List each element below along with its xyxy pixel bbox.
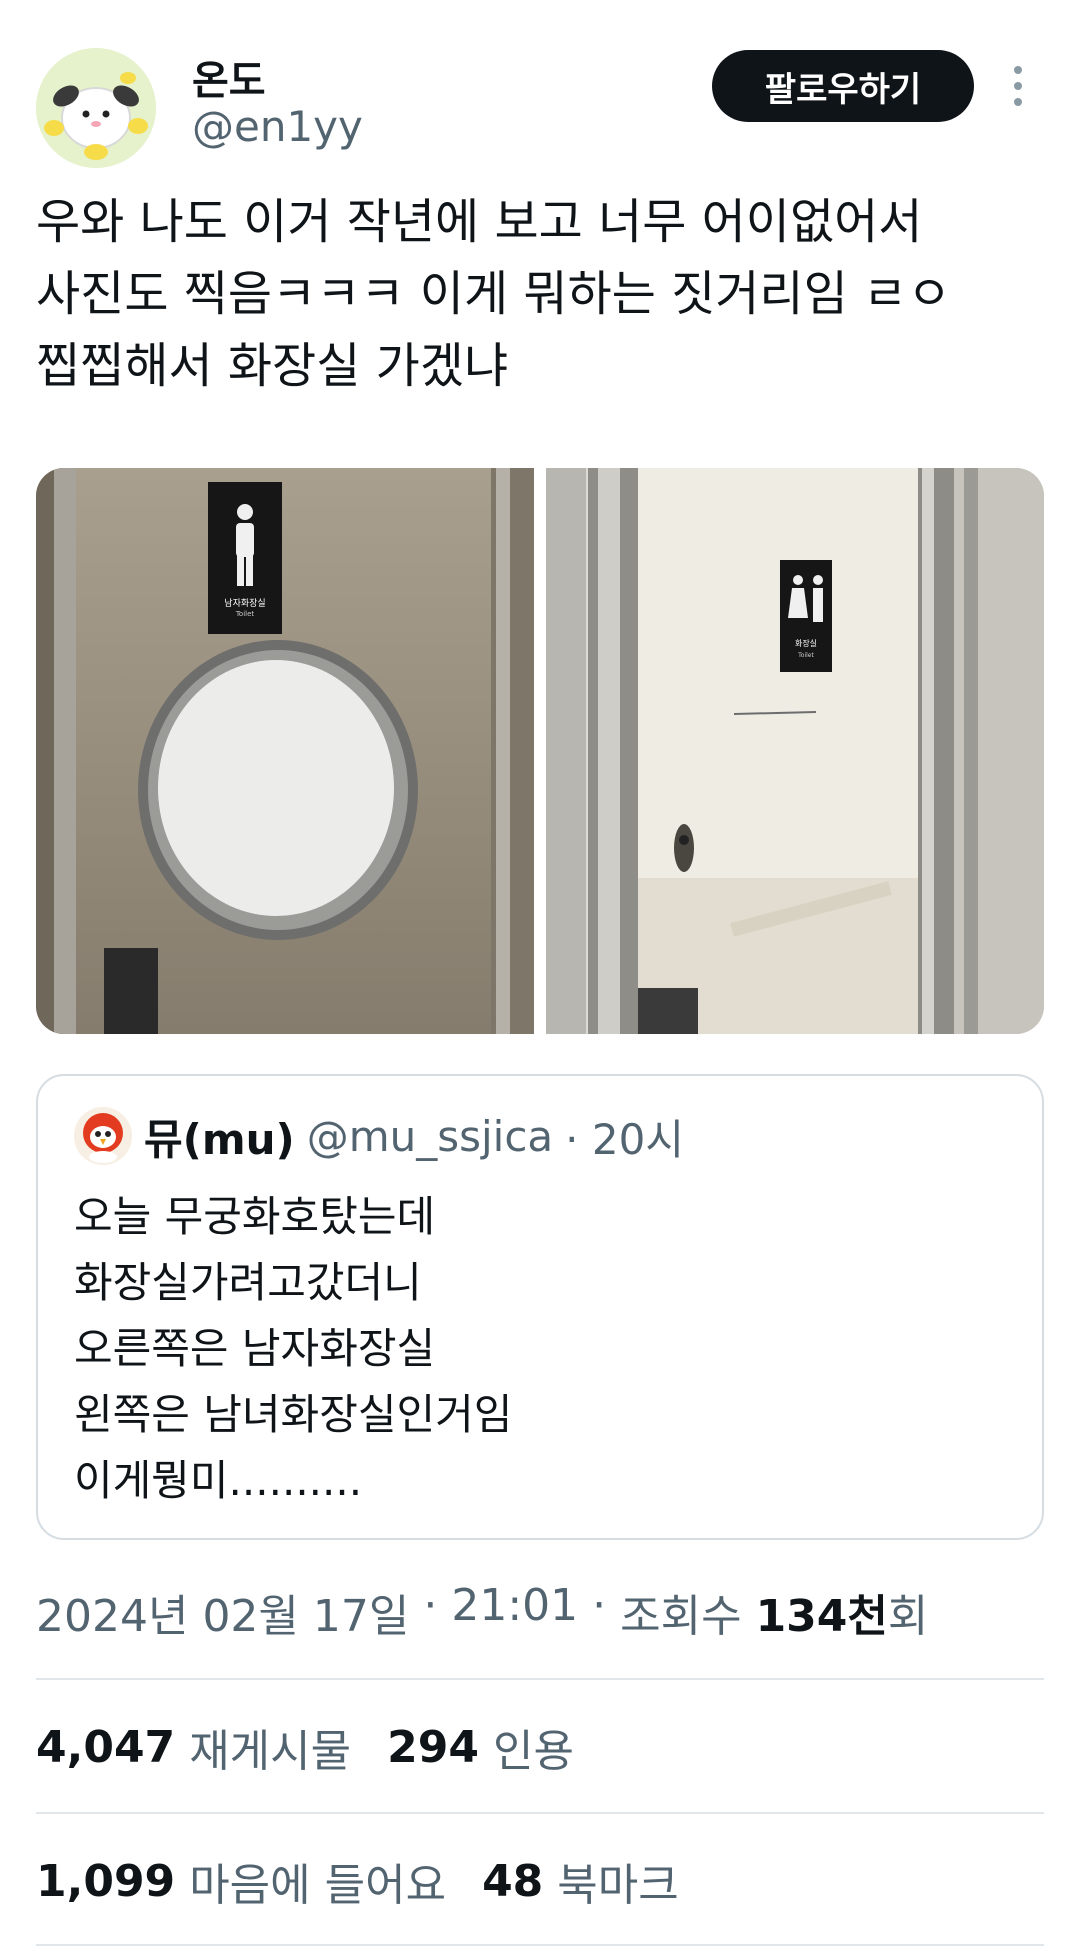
divider [36, 1812, 1044, 1814]
quoted-tweet[interactable]: 뮤(mu) @mu_ssjica · 20시 오늘 무궁화호탔는데 화장실가려고… [36, 1074, 1044, 1540]
quoted-tweet-text: 오늘 무궁화호탔는데 화장실가려고갔더니 오른쪽은 남자화장실 왼쪽은 남녀화장… [74, 1184, 512, 1514]
restroom-door-photo [546, 468, 1044, 1034]
more-options-icon[interactable] [1006, 58, 1030, 114]
views-count: 134천 [755, 1591, 888, 1642]
restroom-door-photo [36, 468, 534, 1034]
tweet-photos: 남자화장실 Toilet 화장실 Toilet [36, 468, 1044, 1034]
author-avatar[interactable] [36, 48, 156, 168]
quoted-line: 화장실가려고갔더니 [74, 1258, 422, 1307]
divider [36, 1944, 1044, 1946]
sign-text-left: 남자화장실 [224, 599, 266, 609]
meta-separator: · [578, 1580, 621, 1631]
bookmarks-label[interactable]: 북마크 [557, 1849, 678, 1913]
tweet-line: 우와 나도 이거 작년에 보고 너무 어이없어서 [36, 194, 923, 250]
tweet-line: 사진도 찍음ㅋㅋㅋ 이게 뭐하는 짓거리임 ㄹㅇ [36, 266, 952, 322]
likes-label[interactable]: 마음에 들어요 [189, 1849, 446, 1913]
bookmarks-count[interactable]: 48 [482, 1856, 543, 1907]
retweets-label[interactable]: 재게시물 [189, 1715, 351, 1779]
retweets-count[interactable]: 4,047 [36, 1722, 175, 1773]
stats-row-reposts: 4,047 재게시물 294 인용 [36, 1702, 610, 1792]
tweet-header: 온도 @en1yy 팔로우하기 [36, 36, 1044, 168]
stats-row-likes: 1,099 마음에 들어요 48 북마크 [36, 1836, 715, 1926]
bird-avatar-icon [74, 1107, 132, 1165]
quoted-author-avatar[interactable] [74, 1107, 132, 1165]
tweet-time[interactable]: 21:01 [451, 1580, 578, 1644]
likes-count[interactable]: 1,099 [36, 1856, 175, 1907]
sign-sub-left: Toilet [235, 610, 255, 618]
quotes-label[interactable]: 인용 [493, 1715, 574, 1779]
sign-text-right: 화장실 [794, 639, 818, 648]
tweet-meta: 2024년 02월 17일 · 21:01 · 조회수 134천 회 [36, 1580, 928, 1644]
quoted-line: 왼쪽은 남녀화장실인거임 [74, 1390, 513, 1439]
photo-left[interactable]: 남자화장실 Toilet [36, 468, 534, 1034]
quoted-line: 오른쪽은 남자화장실 [74, 1324, 436, 1373]
author-handle[interactable]: @en1yy [192, 102, 363, 151]
meta-separator: · [409, 1580, 452, 1631]
quoted-author-handle[interactable]: @mu_ssjica [307, 1112, 553, 1161]
author-name[interactable]: 온도 [192, 48, 266, 106]
avatar-character-icon [36, 48, 156, 168]
follow-button[interactable]: 팔로우하기 [712, 50, 974, 122]
photo-right[interactable]: 화장실 Toilet [546, 468, 1044, 1034]
quoted-tweet-time: · 20시 [565, 1114, 684, 1164]
quoted-line: 오늘 무궁화호탔는데 [74, 1192, 436, 1241]
quoted-tweet-header: 뮤(mu) @mu_ssjica · 20시 [74, 1106, 684, 1166]
views-label: 조회수 [620, 1591, 756, 1642]
sign-sub-right: Toilet [798, 652, 814, 659]
quoted-author-name[interactable]: 뮤(mu) [144, 1106, 295, 1167]
tweet-line: 찝찝해서 화장실 가겠냐 [36, 338, 509, 394]
tweet-date[interactable]: 2024년 02월 17일 [36, 1580, 409, 1644]
divider [36, 1678, 1044, 1680]
views-suffix: 회 [887, 1591, 929, 1642]
quoted-line: 이게뭥미.......... [74, 1456, 363, 1505]
tweet-text: 우와 나도 이거 작년에 보고 너무 어이없어서 사진도 찍음ㅋㅋㅋ 이게 뭐하… [36, 186, 1036, 402]
quotes-count[interactable]: 294 [387, 1722, 479, 1773]
